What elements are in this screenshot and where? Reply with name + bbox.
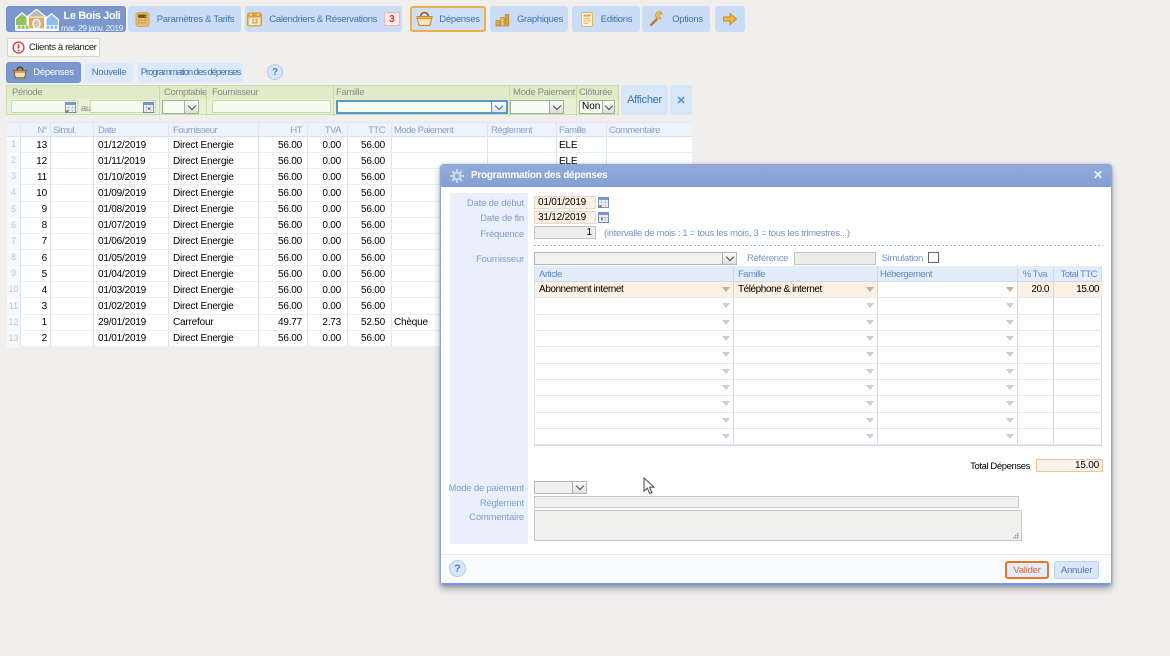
- svg-text:13: 13: [252, 18, 259, 25]
